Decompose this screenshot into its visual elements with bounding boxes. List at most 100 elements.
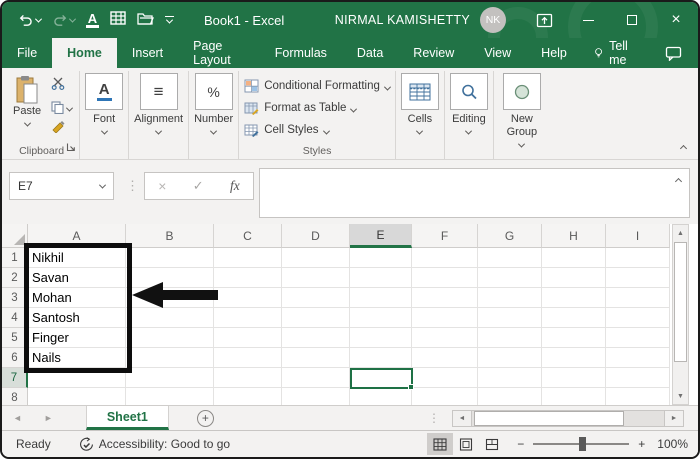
column-header-g[interactable]: G [478, 224, 542, 248]
vertical-scrollbar[interactable]: ▲ ▼ [672, 224, 689, 405]
redo-dropdown-icon[interactable] [68, 15, 77, 23]
formula-input[interactable] [259, 168, 690, 218]
tab-data[interactable]: Data [342, 38, 398, 68]
format-as-table-button[interactable]: Format as Table [244, 97, 358, 119]
cancel-icon[interactable]: × [158, 178, 166, 194]
tab-review[interactable]: Review [398, 38, 469, 68]
new-group-dropdown-icon [518, 140, 526, 148]
open-folder-icon[interactable] [137, 11, 154, 30]
prev-sheet-icon[interactable]: ◄ [2, 406, 33, 430]
close-button[interactable]: × [654, 2, 698, 38]
tab-view[interactable]: View [469, 38, 526, 68]
redo-button[interactable] [52, 13, 77, 28]
row-header-8[interactable]: 8 [2, 388, 28, 405]
alignment-menu-button[interactable]: ≡ Alignment [134, 73, 183, 135]
number-group: % Number [189, 71, 240, 159]
column-header-i[interactable]: I [606, 224, 670, 248]
name-box[interactable]: E7 [9, 172, 114, 200]
new-group-button[interactable]: New Group [499, 73, 545, 148]
clipboard-group: Paste Clipboard [4, 71, 81, 159]
tell-me[interactable]: Tell me [582, 38, 649, 68]
zoom-slider[interactable] [533, 437, 630, 452]
tab-home[interactable]: Home [52, 38, 117, 68]
column-header-e[interactable]: E [350, 224, 412, 248]
font-menu-button[interactable]: A Font [85, 73, 124, 135]
page-break-view-button[interactable] [479, 433, 505, 455]
enter-icon[interactable]: ✓ [193, 178, 204, 194]
zoom-slider-thumb[interactable] [579, 437, 587, 452]
column-header-h[interactable]: H [542, 224, 606, 248]
scroll-up-icon[interactable]: ▲ [673, 225, 688, 241]
tab-formulas[interactable]: Formulas [260, 38, 342, 68]
paste-dropdown-icon[interactable] [23, 119, 31, 127]
zoom-out-icon[interactable]: − [517, 437, 524, 451]
column-header-f[interactable]: F [412, 224, 478, 248]
clipboard-group-label: Clipboard [19, 144, 65, 157]
title-bar: A Book1 - Excel NIRMAL KAMISHETTY NK × [2, 2, 698, 38]
scroll-right-icon[interactable]: ► [664, 409, 684, 427]
cell-styles-button[interactable]: Cell Styles [244, 119, 330, 141]
alignment-dropdown-icon [155, 127, 163, 135]
cells-group: Cells [396, 71, 445, 159]
tab-file[interactable]: File [2, 38, 52, 68]
copy-dropdown-icon[interactable] [66, 104, 74, 112]
ribbon-display-options-icon[interactable] [522, 2, 566, 38]
insert-function-icon[interactable]: fx [230, 178, 240, 194]
clipboard-dialog-launcher-icon[interactable] [66, 139, 76, 157]
horizontal-scrollbar[interactable]: ◄ ► [452, 409, 684, 427]
column-header-c[interactable]: C [214, 224, 282, 248]
conditional-formatting-button[interactable]: Conditional Formatting [244, 75, 391, 97]
borders-grid-icon[interactable] [110, 10, 126, 30]
avatar[interactable]: NK [480, 7, 506, 33]
sheet-tab-sheet1[interactable]: Sheet1 [85, 406, 169, 430]
minimize-button[interactable] [566, 2, 610, 38]
formula-buttons: × ✓ fx [144, 172, 254, 200]
tab-page-layout[interactable]: Page Layout [178, 38, 260, 68]
tab-bar-dots-icon: ⋮ [428, 411, 440, 425]
number-menu-button[interactable]: % Number [194, 73, 233, 135]
cut-button[interactable] [51, 77, 72, 95]
font-dropdown-icon [100, 127, 108, 135]
maximize-button[interactable] [610, 2, 654, 38]
format-painter-button[interactable] [51, 120, 72, 138]
column-header-d[interactable]: D [282, 224, 350, 248]
annotation-arrow-icon [132, 282, 220, 308]
tab-insert[interactable]: Insert [117, 38, 178, 68]
editing-dropdown-icon [465, 127, 473, 135]
zoom-in-icon[interactable]: + [638, 437, 645, 451]
normal-view-button[interactable] [427, 433, 454, 455]
window-controls: × [522, 2, 698, 38]
collapse-ribbon-icon[interactable] [679, 144, 688, 153]
name-box-dropdown-icon[interactable] [98, 181, 107, 189]
conditional-formatting-dropdown-icon [383, 83, 391, 91]
scroll-down-icon[interactable]: ▼ [673, 388, 688, 404]
zoom-level[interactable]: 100% [657, 437, 688, 451]
sheet-tab-bar: ◄ ► Sheet1 + ⋮ ◄ ► [2, 405, 698, 430]
scroll-left-icon[interactable]: ◄ [452, 409, 472, 427]
editing-menu-button[interactable]: Editing [449, 73, 488, 135]
cells-menu-button[interactable]: Cells [400, 73, 439, 135]
quick-access-toolbar: A [18, 10, 174, 30]
font-icon: A [98, 80, 110, 98]
feedback-icon[interactable] [649, 38, 698, 68]
active-cell-e7[interactable] [350, 368, 414, 390]
page-layout-view-button[interactable] [453, 433, 479, 455]
fill-handle[interactable] [408, 384, 414, 390]
clipboard-icon [16, 76, 38, 104]
undo-dropdown-icon[interactable] [34, 15, 43, 23]
accessibility-status[interactable]: Accessibility: Good to go [79, 436, 230, 452]
customize-qat-icon[interactable] [165, 16, 174, 24]
zoom-control: − + [517, 437, 645, 452]
horizontal-scroll-thumb[interactable] [474, 410, 624, 426]
new-sheet-button[interactable]: + [196, 409, 214, 427]
column-header-b[interactable]: B [126, 224, 214, 248]
next-sheet-icon[interactable]: ► [33, 406, 64, 430]
vertical-scroll-thumb[interactable] [674, 242, 687, 362]
collapse-formula-bar-icon[interactable] [674, 177, 683, 186]
copy-button[interactable] [51, 101, 74, 114]
undo-button[interactable] [18, 13, 43, 28]
sheet-grid[interactable]: A B C D E F G H I 1 2 3 4 5 6 7 8 Nikhil… [2, 224, 698, 405]
paste-button[interactable]: Paste [13, 75, 41, 127]
font-color-icon[interactable]: A [86, 12, 99, 28]
tab-help[interactable]: Help [526, 38, 582, 68]
